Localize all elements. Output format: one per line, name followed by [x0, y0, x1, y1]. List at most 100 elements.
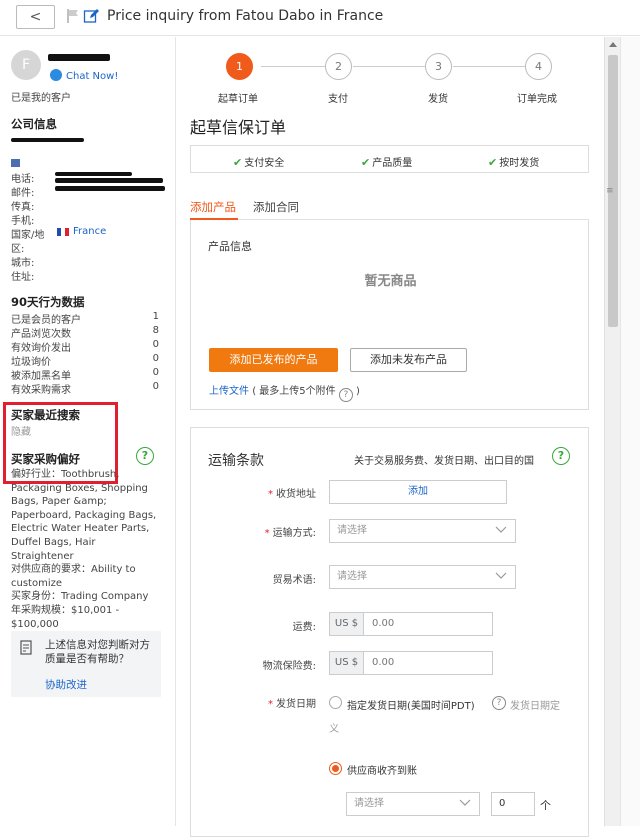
country-label: 国家/地 [11, 230, 45, 241]
upload-row: 上传文件 ( 最多上传5个附件 ? ) [209, 382, 360, 402]
insurance-input[interactable]: US $ 0.00 [329, 651, 493, 675]
check-icon: ✔ [233, 156, 243, 169]
company-info-title: 公司信息 [11, 117, 57, 131]
empty-products-text: 暂无商品 [364, 274, 417, 289]
avatar: F [11, 50, 41, 80]
insurance-label: 物流保险费: [262, 661, 316, 672]
france-flag-icon [57, 228, 69, 236]
top-bar: < Price inquiry from Fatou Dabo in Franc… [0, 0, 640, 36]
ship-date-hint: 发货日期定 [510, 701, 560, 712]
freight-value: 0.00 [372, 618, 395, 629]
back-button[interactable]: < [16, 5, 55, 29]
add-address-button[interactable]: 添加 [329, 480, 507, 504]
email-label: 邮件: [11, 188, 35, 199]
insurance-value: 0.00 [372, 657, 395, 668]
ship-date-label: * 发货日期 [268, 699, 316, 710]
phone-label: 电话: [11, 174, 35, 185]
tab-add-contract[interactable]: 添加合同 [253, 199, 299, 215]
scrollbar[interactable] [604, 37, 620, 826]
currency-prefix: US $ [330, 613, 364, 635]
chat-now-link[interactable]: Chat Now! [50, 69, 118, 82]
feedback-question: 上述信息对您判断对方质量是否有帮助？ [45, 639, 150, 665]
tab-add-product[interactable]: 添加产品 [190, 199, 236, 215]
step-3-label: 发货 [428, 94, 448, 105]
recent-search-value: 隐藏 [11, 427, 31, 438]
order-main: 1 2 3 4 起草订单 支付 发货 订单完成 起草信保订单 ✔ 支付安全 ✔ 产品… [177, 37, 604, 837]
step-4-label: 订单完成 [517, 94, 557, 105]
feature-label: 产品质量 [372, 158, 413, 169]
step-2-circle: 2 [325, 53, 352, 80]
shipping-method-select[interactable]: 请选择 [329, 519, 516, 543]
ship-date-hint-cont: 义 [329, 724, 339, 735]
preferences-title: 买家采购偏好 [11, 452, 80, 466]
edit-icon[interactable] [83, 8, 99, 24]
help-icon[interactable]: ? [492, 696, 506, 710]
shipping-section: 运输条款 关于交易服务费、发货日期、出口目的国 ? * 收货地址 添加 * 运输方式… [190, 427, 589, 837]
payment-period-select[interactable]: 请选择 [346, 792, 480, 816]
city-label: 城市: [11, 258, 35, 269]
stats-title: 90天行为数据 [11, 295, 85, 309]
feature-label: 支付安全 [244, 158, 285, 169]
upload-note-end: ) [356, 386, 360, 397]
upload-file-link[interactable]: 上传文件 [209, 386, 249, 397]
select-placeholder: 请选择 [337, 525, 367, 536]
stat-label: 有效询价发出 [11, 343, 71, 354]
shipping-title: 运输条款 [208, 453, 264, 469]
redacted-company [11, 138, 84, 142]
stat-value: 0 [152, 339, 159, 350]
region-label: 区: [11, 244, 25, 255]
flag-icon[interactable] [66, 8, 80, 24]
add-unpublished-product-button[interactable]: 添加未发布产品 [350, 348, 467, 372]
help-icon[interactable]: ? [136, 447, 154, 465]
freight-input[interactable]: US $ 0.00 [329, 612, 493, 636]
stat-label: 有效采购需求 [11, 385, 71, 396]
help-icon[interactable]: ? [338, 388, 353, 402]
select-placeholder: 请选择 [337, 571, 367, 582]
check-icon: ✔ [488, 156, 498, 169]
days-count-input[interactable]: 0 [491, 792, 535, 816]
step-4-circle: 4 [525, 53, 552, 80]
redacted-name [48, 54, 110, 61]
scroll-up-arrow[interactable] [609, 42, 617, 47]
redacted-email [55, 178, 163, 183]
add-published-product-button[interactable]: 添加已发布的产品 [209, 348, 338, 372]
step-connector [261, 66, 325, 67]
chevron-down-icon [495, 526, 507, 533]
preferences-content: 偏好行业：Toothbrush, Packaging Boxes, Shoppi… [11, 468, 161, 631]
help-icon[interactable]: ? [552, 447, 570, 465]
specify-date-radio[interactable] [329, 696, 342, 709]
stat-value: 0 [152, 353, 159, 364]
address-label-text: 收货地址 [276, 489, 316, 500]
stat-label: 垃圾询价 [11, 357, 51, 368]
customer-status: 已是我的客户 [11, 93, 71, 104]
stat-label: 产品浏览次数 [11, 329, 71, 340]
buyer-info-panel: F Chat Now! 已是我的客户 公司信息 电话: 邮件: 传真: 手机: … [0, 37, 176, 826]
side-panel-edge [620, 37, 640, 826]
redacted-phone [55, 172, 132, 176]
currency-prefix: US $ [330, 652, 364, 674]
trade-label: 贸易术语: [272, 575, 316, 586]
payment-received-radio[interactable] [329, 762, 342, 775]
recent-search-title: 买家最近搜索 [11, 408, 80, 422]
stat-value: 0 [152, 367, 159, 378]
upload-note: ( 最多上传5个附件 [252, 386, 336, 397]
pref-annual: 年采购规模：$10,001 - $100,000 [11, 604, 120, 630]
stat-label: 已是会员的客户 [11, 315, 81, 326]
improve-link[interactable]: 协助改进 [45, 677, 87, 692]
chevron-down-icon [459, 799, 471, 806]
ship-date-label-text: 发货日期 [276, 699, 316, 710]
feature-item: ✔ 产品质量 [361, 154, 412, 169]
days-unit: 个 [540, 799, 551, 812]
mobile-label: 手机: [11, 216, 35, 227]
country-value[interactable]: France [73, 226, 106, 237]
stat-value: 8 [152, 325, 159, 336]
feature-item: ✔ 支付安全 [233, 154, 284, 169]
page-title: Price inquiry from Fatou Dabo in France [107, 8, 384, 24]
step-1-circle: 1 [226, 53, 253, 80]
resize-grip-icon[interactable]: ≡ [606, 186, 614, 196]
stat-value: 1 [152, 311, 159, 322]
fee-label: 运费: [292, 622, 316, 633]
step-3-circle: 3 [425, 53, 452, 80]
chevron-down-icon [495, 572, 507, 579]
trade-terms-select[interactable]: 请选择 [329, 565, 516, 589]
